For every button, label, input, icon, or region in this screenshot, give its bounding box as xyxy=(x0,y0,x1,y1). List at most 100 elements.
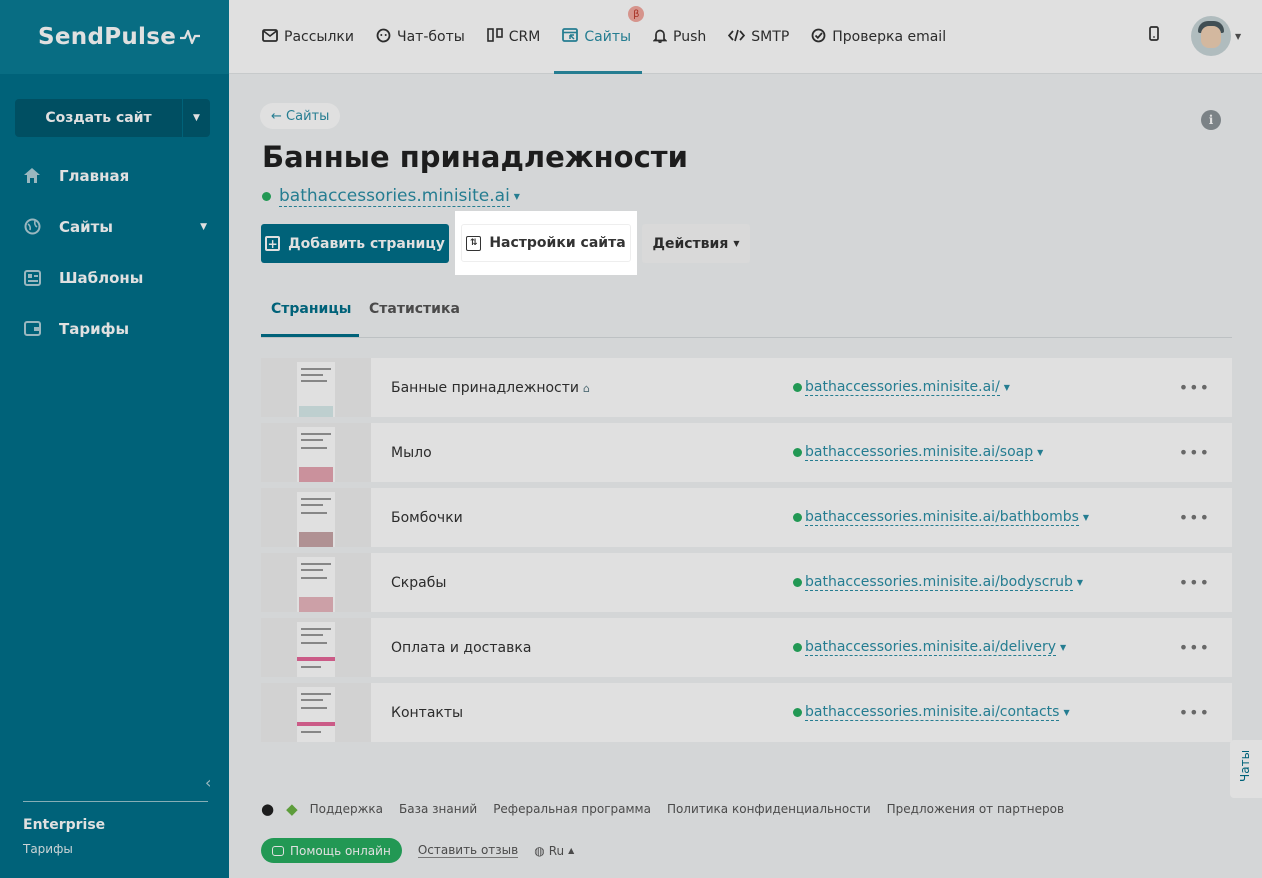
sidebar-item-templates[interactable]: Шаблоны xyxy=(0,252,229,303)
page-thumbnail[interactable] xyxy=(261,553,371,612)
language-selector[interactable]: ◍ Ru ▲ xyxy=(534,844,574,858)
more-icon[interactable]: ••• xyxy=(1179,443,1210,462)
pages-list: Банные принадлежности ⌂ bathaccessories.m… xyxy=(261,358,1232,748)
page-thumbnail[interactable] xyxy=(261,488,371,547)
create-site-group: Создать сайт ▼ xyxy=(15,99,210,137)
list-item[interactable]: Бомбочки bathaccessories.minisite.ai/bat… xyxy=(261,488,1232,547)
page-name[interactable]: Оплата и доставка xyxy=(391,640,531,656)
actions-label: Действия xyxy=(652,235,729,252)
tabs: Страницы Статистика xyxy=(260,290,1232,338)
list-item[interactable]: Банные принадлежности ⌂ bathaccessories.m… xyxy=(261,358,1232,417)
page-url[interactable]: bathaccessories.minisite.ai/soap ▼ xyxy=(793,444,1043,461)
topnav-item-mailings[interactable]: Рассылки xyxy=(262,0,365,74)
android-icon[interactable]: ◆ xyxy=(286,800,298,818)
caret-down-icon: ▼ xyxy=(733,239,740,248)
tab-statistics[interactable]: Статистика xyxy=(369,301,460,335)
topnav-item-sites[interactable]: Сайты β xyxy=(554,0,645,74)
status-dot xyxy=(793,448,802,457)
sidebar-item-label: Тарифы xyxy=(59,319,130,338)
list-item[interactable]: Мыло bathaccessories.minisite.ai/soap ▼ •… xyxy=(261,423,1232,482)
footer-link-referral[interactable]: Реферальная программа xyxy=(493,802,651,816)
info-icon[interactable]: i xyxy=(1201,110,1221,130)
sidebar-item-sites[interactable]: Сайты ▼ xyxy=(0,201,229,252)
plan-link[interactable]: Тарифы xyxy=(23,842,73,856)
add-page-label: Добавить страницу xyxy=(288,235,445,252)
caret-down-icon[interactable]: ▼ xyxy=(1235,32,1241,41)
plan-name: Enterprise xyxy=(23,817,106,833)
more-icon[interactable]: ••• xyxy=(1179,378,1210,397)
more-icon[interactable]: ••• xyxy=(1179,508,1210,527)
apple-icon[interactable]: ● xyxy=(261,800,274,818)
domain-link[interactable]: bathaccessories.minisite.ai xyxy=(279,186,510,207)
topnav-item-smtp[interactable]: SMTP xyxy=(728,0,800,74)
collapse-sidebar-icon[interactable]: ‹ xyxy=(205,773,211,792)
page-url[interactable]: bathaccessories.minisite.ai/delivery ▼ xyxy=(793,639,1066,656)
list-item[interactable]: Скрабы bathaccessories.minisite.ai/bodys… xyxy=(261,553,1232,612)
caret-down-icon: ▼ xyxy=(1037,448,1044,457)
page-url[interactable]: bathaccessories.minisite.ai/bathbombs ▼ xyxy=(793,509,1089,526)
sidebar-nav: Главная Сайты ▼ Шаблоны Тарифы xyxy=(0,150,229,354)
templates-icon xyxy=(23,269,41,287)
back-to-sites-link[interactable]: ← Сайты xyxy=(260,103,341,129)
status-dot xyxy=(793,513,802,522)
topnav-item-push[interactable]: Push xyxy=(652,0,717,74)
beta-badge: β xyxy=(628,6,645,22)
topnav-item-crm[interactable]: CRM xyxy=(486,0,552,74)
site-settings-button[interactable]: ⇅ Настройки сайта xyxy=(461,224,631,262)
logo[interactable]: SendPulse xyxy=(0,0,229,74)
topnav-item-email-verify[interactable]: Проверка email xyxy=(811,0,957,74)
page-name[interactable]: Контакты xyxy=(391,705,463,721)
more-icon[interactable]: ••• xyxy=(1179,573,1210,592)
avatar[interactable] xyxy=(1191,16,1231,56)
page-name[interactable]: Мыло xyxy=(391,445,432,461)
footer-link-knowledge-base[interactable]: База знаний xyxy=(399,802,477,816)
sidebar: SendPulse Создать сайт ▼ Главная Сайты ▼… xyxy=(0,0,229,878)
list-item[interactable]: Контакты bathaccessories.minisite.ai/con… xyxy=(261,683,1232,742)
page-name[interactable]: Банные принадлежности ⌂ xyxy=(391,380,590,396)
create-site-dropdown[interactable]: ▼ xyxy=(182,99,210,137)
page-title: Банные принадлежности xyxy=(262,140,688,174)
sidebar-item-label: Сайты xyxy=(59,217,113,236)
page-name[interactable]: Скрабы xyxy=(391,575,446,591)
status-dot xyxy=(793,383,802,392)
sidebar-item-pricing[interactable]: Тарифы xyxy=(0,303,229,354)
mobile-icon[interactable] xyxy=(1149,26,1159,45)
page-thumbnail[interactable] xyxy=(261,423,371,482)
add-page-button[interactable]: + Добавить страницу xyxy=(261,224,449,263)
tab-pages[interactable]: Страницы xyxy=(260,301,360,337)
page-thumbnail[interactable] xyxy=(261,683,371,742)
actions-dropdown[interactable]: Действия ▼ xyxy=(642,224,750,263)
feedback-link[interactable]: Оставить отзыв xyxy=(417,843,519,858)
globe-icon xyxy=(23,218,41,236)
footer-link-support[interactable]: Поддержка xyxy=(310,802,383,816)
footer-link-partners[interactable]: Предложения от партнеров xyxy=(887,802,1064,816)
check-icon xyxy=(811,28,826,47)
page-url[interactable]: bathaccessories.minisite.ai/▼ xyxy=(793,379,1010,396)
page-url[interactable]: bathaccessories.minisite.ai/contacts ▼ xyxy=(793,704,1070,721)
more-icon[interactable]: ••• xyxy=(1179,703,1210,722)
footer-link-privacy[interactable]: Политика конфиденциальности xyxy=(667,802,871,816)
chatbot-icon xyxy=(376,28,391,47)
status-dot xyxy=(793,708,802,717)
sidebar-item-home[interactable]: Главная xyxy=(0,150,229,201)
topnav-label: Проверка email xyxy=(832,29,947,45)
top-nav: Рассылки Чат-боты CRM Сайты β Push SMTP … xyxy=(262,0,968,74)
help-online-button[interactable]: Помощь онлайн xyxy=(261,838,402,863)
caret-down-icon: ▼ xyxy=(1060,643,1067,652)
caret-down-icon: ▼ xyxy=(200,221,207,232)
page-url[interactable]: bathaccessories.minisite.ai/bodyscrub ▼ xyxy=(793,574,1083,591)
site-settings-label: Настройки сайта xyxy=(489,235,626,251)
caret-down-icon: ▼ xyxy=(1076,578,1084,587)
create-site-button[interactable]: Создать сайт xyxy=(15,99,182,137)
chats-tab[interactable]: Чаты xyxy=(1230,740,1262,798)
site-domain[interactable]: bathaccessories.minisite.ai ▼ xyxy=(262,186,520,207)
topnav-label: Рассылки xyxy=(284,29,354,45)
page-thumbnail[interactable] xyxy=(261,358,371,417)
page-thumbnail[interactable] xyxy=(261,618,371,677)
more-icon[interactable]: ••• xyxy=(1179,638,1210,657)
topnav-item-chatbots[interactable]: Чат-боты xyxy=(376,0,476,74)
globe-icon: ◍ xyxy=(534,843,545,858)
list-item[interactable]: Оплата и доставка bathaccessories.minisi… xyxy=(261,618,1232,677)
caret-down-icon: ▼ xyxy=(513,192,520,201)
page-name[interactable]: Бомбочки xyxy=(391,510,463,526)
